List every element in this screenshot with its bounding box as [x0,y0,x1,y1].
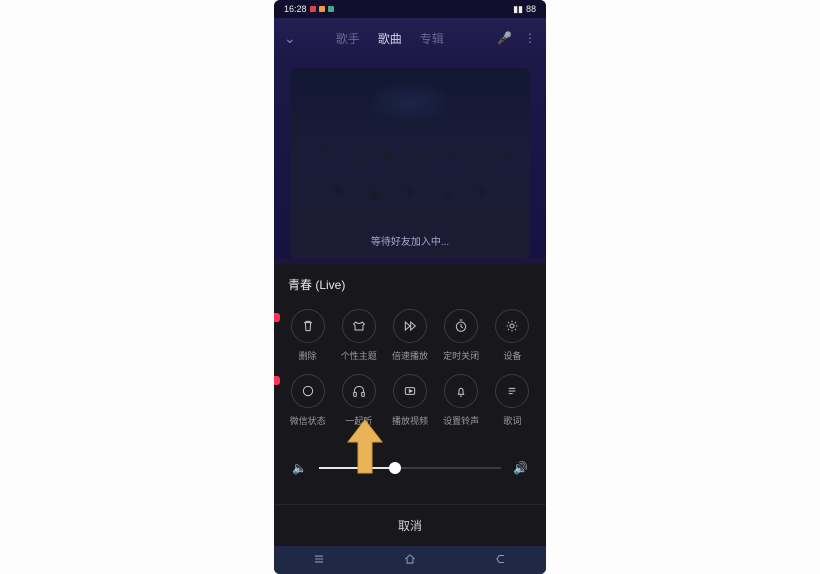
lyrics-icon [495,374,529,408]
action-delete[interactable]: 删除 [282,309,333,362]
nav-home-icon[interactable] [402,552,418,569]
status-bar: 16:28 ▮▮ 88 [274,0,546,18]
status-indicator-2 [319,6,325,12]
new-badge-icon [274,313,280,322]
action-device[interactable]: 设备 [487,309,538,362]
volume-low-icon: 🔈 [292,461,307,475]
action-theme[interactable]: 个性主题 [333,309,384,362]
action-lyrics[interactable]: 歌词 [487,374,538,427]
action-timer[interactable]: 定时关闭 [436,309,487,362]
action-listen-together[interactable]: 一起听 [333,374,384,427]
action-wechat-status[interactable]: 微信状态 [282,374,333,427]
sheet-title: 青春 (Live) [274,276,546,303]
status-time: 16:28 [284,4,307,14]
volume-thumb[interactable] [389,462,401,474]
action-speed[interactable]: 倍速播放 [384,309,435,362]
system-nav-bar [274,546,546,574]
action-sheet: 青春 (Live) 删除 个性主题 倍速播放 [274,264,546,574]
header-tabs: 歌手 歌曲 专辑 [336,30,444,47]
headphones-icon [342,374,376,408]
nav-menu-icon[interactable] [311,552,327,569]
chevron-down-icon[interactable]: ⌄ [284,30,296,47]
action-ringtone[interactable]: 设置铃声 [436,374,487,427]
tshirt-icon [342,309,376,343]
tab-artist[interactable]: 歌手 [336,30,360,47]
timer-icon [444,309,478,343]
settings-icon [495,309,529,343]
cover-caption: 等待好友加入中... [290,233,530,248]
cancel-button[interactable]: 取消 [274,504,546,546]
video-icon [393,374,427,408]
cover-area: 等待好友加入中... [274,58,546,258]
status-indicator-3 [328,6,334,12]
bell-icon [444,374,478,408]
volume-high-icon: 🔊 [513,461,528,475]
volume-fill [319,467,395,469]
action-row-1: 删除 个性主题 倍速播放 定时关闭 [274,303,546,368]
volume-track[interactable] [319,467,501,469]
action-play-video[interactable]: 播放视频 [384,374,435,427]
trash-icon [291,309,325,343]
signal-icon: ▮▮ [513,4,523,15]
tab-album[interactable]: 专辑 [420,30,444,47]
phone-frame: 16:28 ▮▮ 88 ⌄ 歌手 歌曲 专辑 🎤 ⋮ 等待好友加入中... [274,0,546,574]
nav-back-icon[interactable] [493,552,509,569]
tab-song[interactable]: 歌曲 [378,30,402,47]
speed-icon [393,309,427,343]
status-indicator-1 [310,6,316,12]
player-header: ⌄ 歌手 歌曲 专辑 🎤 ⋮ [274,18,546,58]
album-cover[interactable]: 等待好友加入中... [290,68,530,258]
new-badge-icon [274,376,280,385]
action-row-2: 微信状态 一起听 播放视频 设置铃声 [274,368,546,433]
mic-icon[interactable]: 🎤 [497,31,512,45]
volume-slider[interactable]: 🔈 🔊 [274,433,546,475]
circle-icon [291,374,325,408]
battery-level: 88 [526,4,536,14]
share-icon[interactable]: ⋮ [524,31,536,45]
